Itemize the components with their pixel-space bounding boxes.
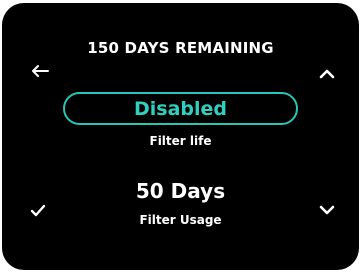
filter-life-selector[interactable]: Disabled [63,92,298,125]
days-remaining-title: 150 DAYS REMAINING [87,39,274,57]
scroll-down-button[interactable] [316,199,338,221]
chevron-up-icon [319,69,335,79]
confirm-button[interactable] [27,199,49,221]
back-button[interactable] [29,60,51,82]
chevron-down-icon [319,205,335,215]
filter-usage-value[interactable]: 50 Days [2,179,359,203]
filter-life-value: Disabled [133,97,227,120]
check-icon [30,204,46,217]
arrow-left-icon [32,65,49,77]
device-screen: 150 DAYS REMAINING Disabled Filter life … [2,3,359,270]
filter-life-label: Filter life [149,134,212,148]
filter-usage-label: Filter Usage [139,213,222,227]
scroll-up-button[interactable] [316,63,338,85]
